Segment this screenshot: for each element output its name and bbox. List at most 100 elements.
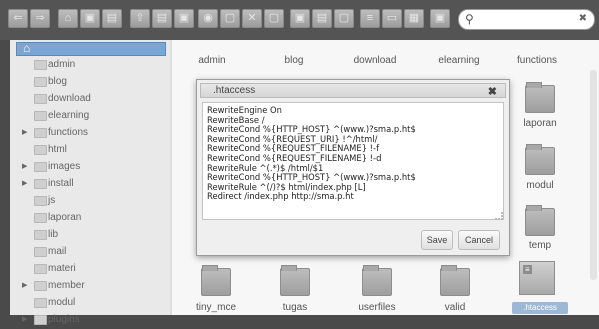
folder-icon xyxy=(34,281,47,291)
sidebar-item-admin[interactable]: admin xyxy=(10,56,160,74)
search-input[interactable]: ⚲ ✖ xyxy=(458,9,595,30)
resize-handle-icon[interactable] xyxy=(495,212,503,220)
folder-label[interactable]: userfiles xyxy=(337,302,417,313)
delete-icon: ✕ xyxy=(247,12,257,24)
sidebar-item-elearning[interactable]: elearning xyxy=(10,107,160,125)
sidebar-item-label: images xyxy=(48,161,81,172)
copy-button[interactable]: ▣ xyxy=(290,9,310,28)
selected-file-label[interactable]: .htaccess xyxy=(512,302,568,314)
expand-arrow-icon[interactable]: ▶ xyxy=(22,124,27,142)
info-button[interactable]: ▣ xyxy=(430,9,450,28)
folder-label[interactable]: elearning xyxy=(419,55,499,66)
sidebar-item-lib[interactable]: lib xyxy=(10,226,160,244)
sidebar-item-js[interactable]: js xyxy=(10,192,160,210)
edit-button[interactable]: ▢ xyxy=(334,9,354,28)
view-button[interactable]: ▣ xyxy=(174,9,194,28)
folder-icon[interactable] xyxy=(525,144,555,175)
sidebar-item-member[interactable]: ▶ member xyxy=(10,277,160,295)
sidebar-item-label: mail xyxy=(48,246,67,257)
sidebar-item-functions[interactable]: ▶ functions xyxy=(10,124,160,142)
sidebar-item-label: modul xyxy=(48,297,76,308)
folder-icon[interactable] xyxy=(525,82,555,113)
folder-icon[interactable] xyxy=(362,265,392,296)
forward-button[interactable]: ⇒ xyxy=(30,9,50,28)
cut-button[interactable]: ▢ xyxy=(220,9,240,28)
search-icon: ⚲ xyxy=(465,12,474,26)
grid-button[interactable]: ▦ xyxy=(404,9,424,28)
settings-button[interactable]: ≡ xyxy=(360,9,380,28)
folder-label[interactable]: download xyxy=(335,55,415,66)
upload-button[interactable]: ⇧ xyxy=(130,9,150,28)
cut-icon: ▢ xyxy=(224,12,236,24)
folder-icon[interactable] xyxy=(440,265,470,296)
folder-label[interactable]: functions xyxy=(497,55,577,66)
home-icon: ⌂ xyxy=(23,41,31,55)
tree-root[interactable]: ⌂ xyxy=(16,41,166,56)
dialog-title: .htaccess xyxy=(213,85,256,96)
folder-icon xyxy=(34,77,47,87)
folder-icon[interactable] xyxy=(201,265,231,296)
folder-label[interactable]: temp xyxy=(500,240,580,251)
sidebar-item-plugins[interactable]: ▶ plugins xyxy=(10,311,160,329)
download-button[interactable]: ▤ xyxy=(152,9,172,28)
list-button[interactable]: ▭ xyxy=(382,9,402,28)
save-button[interactable]: ▣ xyxy=(80,9,100,28)
save-button[interactable]: Save xyxy=(421,230,453,250)
rename-button[interactable]: ▢ xyxy=(264,9,284,28)
folder-icon xyxy=(34,60,47,70)
home-button[interactable]: ⌂ xyxy=(58,9,78,28)
folder-icon xyxy=(34,247,47,257)
expand-arrow-icon[interactable]: ▶ xyxy=(22,311,27,329)
expand-arrow-icon[interactable]: ▶ xyxy=(22,277,27,295)
folder-label[interactable]: tiny_mce xyxy=(176,302,256,313)
sidebar-item-blog[interactable]: blog xyxy=(10,73,160,91)
eye-button[interactable]: ◉ xyxy=(198,9,218,28)
sidebar-item-label: js xyxy=(48,195,56,206)
folder-label[interactable]: admin xyxy=(172,55,252,66)
sidebar-item-download[interactable]: download xyxy=(10,90,160,108)
folder-icon xyxy=(34,111,47,121)
settings-icon: ≡ xyxy=(366,12,374,24)
folder-tree: ⌂ admin blog download elearning ▶ functions ht… xyxy=(10,40,180,325)
sidebar-item-laporan[interactable]: laporan xyxy=(10,209,160,227)
paste-button[interactable]: ▤ xyxy=(312,9,332,28)
cancel-button[interactable]: Cancel xyxy=(458,230,500,250)
sidebar-item-images[interactable]: ▶ images xyxy=(10,158,160,176)
back-button[interactable]: ⇐ xyxy=(8,9,28,28)
folder-icon[interactable] xyxy=(280,265,310,296)
folder-label[interactable]: blog xyxy=(254,55,334,66)
sidebar-item-label: plugins xyxy=(48,314,80,325)
sidebar-item-modul[interactable]: modul xyxy=(10,294,160,312)
folder-label[interactable]: laporan xyxy=(500,118,580,129)
delete-button[interactable]: ✕ xyxy=(242,9,262,28)
file-icon[interactable]: ≡ xyxy=(519,261,555,295)
paste-icon: ▤ xyxy=(316,12,328,24)
list-icon: ▭ xyxy=(386,12,398,24)
sidebar-item-label: blog xyxy=(48,76,67,87)
sidebar-item-html[interactable]: html xyxy=(10,141,160,159)
save-icon: ▣ xyxy=(84,12,96,24)
dialog-titlebar[interactable]: .htaccess ✖ xyxy=(200,83,506,98)
clear-search-icon[interactable]: ✖ xyxy=(579,13,587,24)
folder-label[interactable]: tugas xyxy=(255,302,335,313)
expand-arrow-icon[interactable]: ▶ xyxy=(22,175,27,193)
edit-icon: ▢ xyxy=(338,12,350,24)
folder-label[interactable]: modul xyxy=(500,180,580,191)
folder-icon[interactable] xyxy=(525,205,555,236)
folder-label[interactable]: valid xyxy=(415,302,495,313)
sidebar-item-install[interactable]: ▶ install xyxy=(10,175,160,193)
forward-icon: ⇒ xyxy=(35,12,45,24)
sidebar-item-label: lib xyxy=(48,229,59,240)
sidebar-item-materi[interactable]: materi xyxy=(10,260,160,278)
disk-icon: ▤ xyxy=(106,12,118,24)
folder-icon xyxy=(34,145,47,155)
folder-icon xyxy=(34,94,47,104)
main-scrollbar[interactable] xyxy=(590,70,597,280)
expand-arrow-icon[interactable]: ▶ xyxy=(22,158,27,176)
close-icon[interactable]: ✖ xyxy=(488,86,497,98)
disk-button[interactable]: ▤ xyxy=(102,9,122,28)
file-content-textarea[interactable]: RewriteEngine On RewriteBase / RewriteCo… xyxy=(202,102,504,220)
sidebar-item-mail[interactable]: mail xyxy=(10,243,160,261)
home-icon: ⌂ xyxy=(64,12,72,24)
edit-file-dialog: .htaccess ✖ RewriteEngine On RewriteBase… xyxy=(196,79,510,256)
